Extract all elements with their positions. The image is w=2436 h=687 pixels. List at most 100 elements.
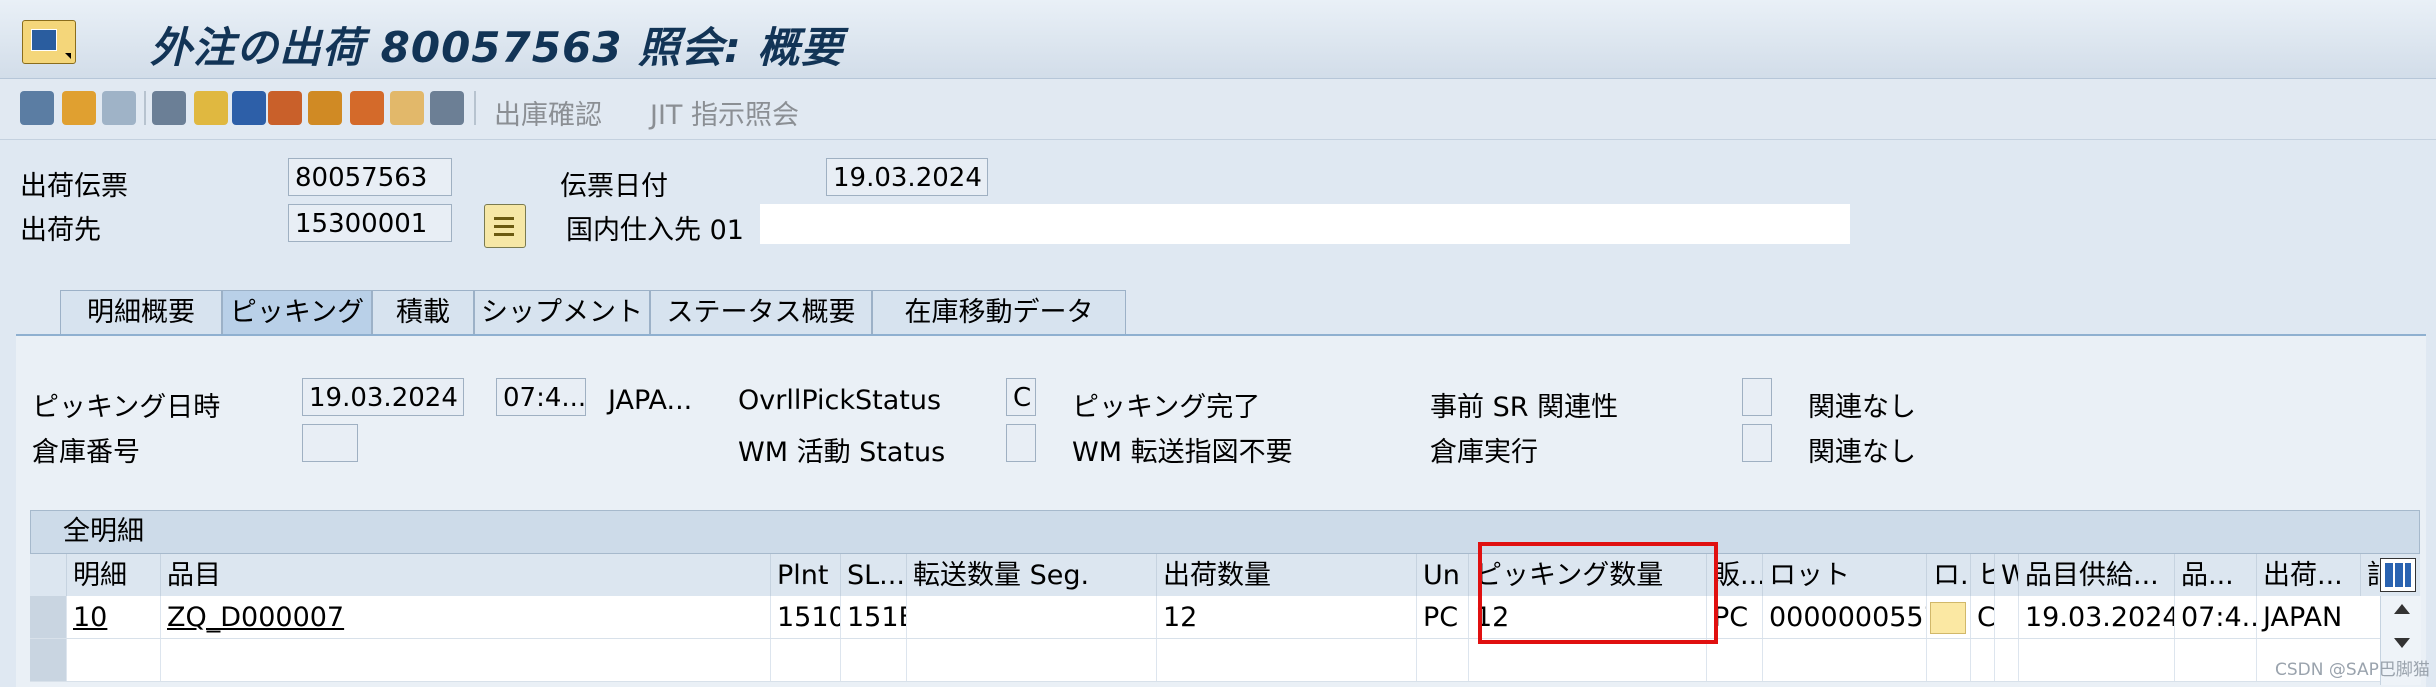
pre-sr-text: 関連なし xyxy=(1808,392,1916,423)
row-selector[interactable] xyxy=(30,639,67,681)
column-header[interactable]: Un xyxy=(1416,554,1468,596)
pre-sr-field[interactable] xyxy=(1742,378,1772,416)
column-header[interactable]: 品目供給... xyxy=(2018,554,2174,596)
address-icon[interactable] xyxy=(484,204,526,248)
timezone-label: JAPA... xyxy=(608,385,693,416)
picking-date-label: ピッキング日時 xyxy=(32,392,221,423)
shipping-tz-cell: JAPAN xyxy=(2256,596,2360,638)
empty-cell xyxy=(1994,639,2018,681)
warehouse-exec-field[interactable] xyxy=(1742,424,1772,462)
tab-item-overview[interactable]: 明細概要 xyxy=(60,290,222,334)
mountain-icon[interactable] xyxy=(194,91,228,125)
wm-cell xyxy=(1994,596,2018,638)
jit-call-button[interactable]: JIT 指示照会 xyxy=(650,93,799,132)
wm-status-text: WM 転送指図不要 xyxy=(1072,437,1293,468)
ship-to-label: 出荷先 xyxy=(20,215,101,246)
column-header[interactable]: SL... xyxy=(840,554,906,596)
tab-shipment[interactable]: シップメント xyxy=(474,290,650,334)
grid-icon[interactable] xyxy=(430,91,464,125)
column-header[interactable]: W xyxy=(1994,554,2018,596)
toolbar-separator xyxy=(474,91,476,125)
picking-time-field[interactable]: 07:4... xyxy=(496,378,586,416)
package-icon[interactable] xyxy=(308,91,342,125)
overall-pick-status-label: OvrllPickStatus xyxy=(738,385,942,416)
highlight-box xyxy=(1478,542,1718,644)
empty-cell xyxy=(1926,639,1970,681)
unit-cell: PC xyxy=(1416,596,1468,638)
picking-date-field[interactable]: 19.03.2024 xyxy=(302,378,464,416)
plant-cell: 1510 xyxy=(770,596,840,638)
doc-date-label: 伝票日付 xyxy=(560,171,668,202)
copy-icon[interactable] xyxy=(152,91,186,125)
column-header[interactable]: 明細 xyxy=(66,554,160,596)
warehouse-icon[interactable] xyxy=(390,91,424,125)
column-header[interactable]: ヒ xyxy=(1970,554,1994,596)
wm-status-label: WM 活動 Status xyxy=(738,437,946,468)
ship-to-name-area xyxy=(760,204,1850,244)
warning-icon[interactable] xyxy=(268,91,302,125)
warehouse-exec-text: 関連なし xyxy=(1808,437,1916,468)
post-icon[interactable] xyxy=(232,91,266,125)
empty-cell xyxy=(1156,639,1416,681)
wm-status-field[interactable] xyxy=(1006,424,1036,462)
material-cell[interactable]: ZQ_D000007 xyxy=(160,596,770,638)
empty-cell xyxy=(770,639,840,681)
delivery-field[interactable]: 80057563 xyxy=(288,158,452,196)
create-icon[interactable] xyxy=(62,91,96,125)
delivery-label: 出荷伝票 xyxy=(20,171,128,202)
warehouse-field[interactable] xyxy=(302,424,358,462)
empty-cell xyxy=(1970,639,1994,681)
storage-location-cell: 151B xyxy=(840,596,906,638)
column-header[interactable]: 出荷数量 xyxy=(1156,554,1416,596)
empty-cell xyxy=(1706,639,1762,681)
tab-loading[interactable]: 積載 xyxy=(372,290,474,334)
tab-picking[interactable]: ピッキング xyxy=(222,290,372,334)
column-header[interactable]: 品目 xyxy=(160,554,770,596)
warehouse-exec-label: 倉庫実行 xyxy=(1430,437,1538,468)
column-header[interactable]: 記 xyxy=(2360,554,2380,596)
tab-status-overview[interactable]: ステータス概要 xyxy=(650,290,872,334)
column-header[interactable]: ロ. xyxy=(1926,554,1970,596)
scroll-up-icon[interactable] xyxy=(2394,604,2410,614)
warehouse-label: 倉庫番号 xyxy=(32,437,140,468)
goods-issue-button[interactable]: 出庫確認 xyxy=(494,93,602,132)
table-settings-icon[interactable] xyxy=(2380,558,2416,592)
material-avail-time-cell: 07:4... xyxy=(2174,596,2256,638)
watermark: CSDN @SAP巴脚猫 xyxy=(2275,660,2430,680)
empty-cell xyxy=(160,639,770,681)
column-header[interactable]: Plnt xyxy=(770,554,840,596)
pre-sr-label: 事前 SR 関連性 xyxy=(1430,392,1619,423)
table-title: 全明細 xyxy=(30,510,2420,554)
ship-to-field[interactable]: 15300001 xyxy=(288,204,452,242)
system-menu-icon[interactable] xyxy=(22,20,76,64)
empty-cell xyxy=(2174,639,2256,681)
application-toolbar: 出庫確認 JIT 指示照会 xyxy=(0,79,2436,140)
item-cell[interactable]: 10 xyxy=(66,596,160,638)
toolbar-separator xyxy=(144,91,146,125)
scroll-down-icon[interactable] xyxy=(2394,638,2410,648)
display-change-icon[interactable] xyxy=(20,91,54,125)
lot-input[interactable] xyxy=(1930,602,1966,634)
transfer-qty-cell xyxy=(906,596,1156,638)
table-row[interactable]: 10 ZQ_D000007 1510 151B 12 PC 12 PC 0000… xyxy=(30,596,2420,639)
empty-cell xyxy=(1762,639,1926,681)
row-selector[interactable] xyxy=(30,596,67,638)
column-header[interactable]: 出荷... xyxy=(2256,554,2360,596)
column-header[interactable]: 品... xyxy=(2174,554,2256,596)
empty-cell xyxy=(1416,639,1468,681)
doc-date-field[interactable]: 19.03.2024 xyxy=(826,158,988,196)
picking-icon[interactable] xyxy=(350,91,384,125)
empty-cell xyxy=(1468,639,1706,681)
column-header[interactable]: ロット xyxy=(1762,554,1926,596)
status-cell: C xyxy=(1970,596,1994,638)
delivery-qty-cell: 12 xyxy=(1156,596,1416,638)
window-title: 外注の出荷 80057563 照会: 概要 xyxy=(150,23,844,72)
column-header[interactable]: 転送数量 Seg. xyxy=(906,554,1156,596)
delete-icon[interactable] xyxy=(102,91,136,125)
material-avail-date-cell: 19.03.2024 xyxy=(2018,596,2174,638)
tab-goods-movement[interactable]: 在庫移動データ xyxy=(872,290,1126,334)
overall-pick-status-field[interactable]: C xyxy=(1006,378,1036,416)
empty-cell xyxy=(66,639,160,681)
empty-cell xyxy=(840,639,906,681)
table-row[interactable] xyxy=(30,639,2420,682)
